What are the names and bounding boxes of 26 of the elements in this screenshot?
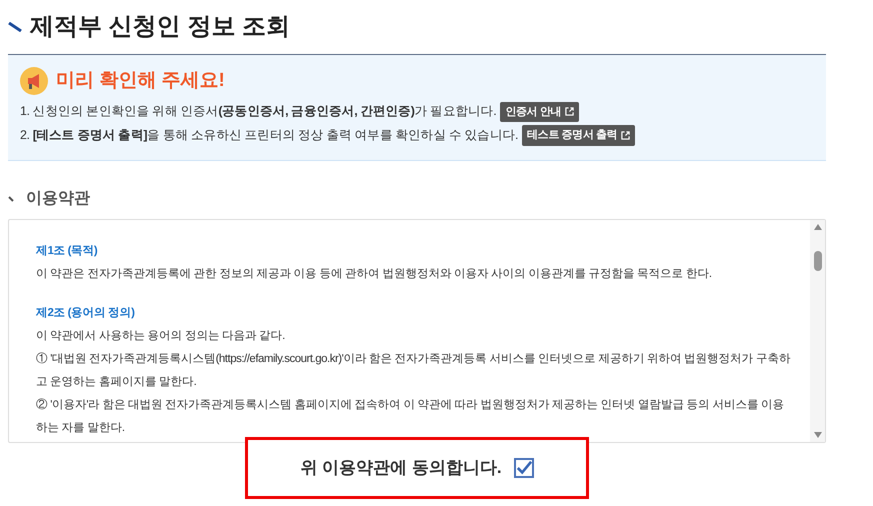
checkmark-icon (516, 460, 532, 476)
megaphone-icon (20, 67, 48, 96)
notice-text: 1. 신청인의 본인확인을 위해 인증서(공동인증서, 금융인증서, 간편인증)가 필요합니다. (20, 103, 496, 120)
slash-mark-icon (8, 22, 22, 32)
agree-checkbox-row[interactable]: 위 이용약관에 동의합니다. (245, 437, 589, 499)
article-text: ② '이용자'라 함은 대법원 전자가족관계등록시스템 홈페이지에 접속하여 이 약관에 따라 법원행정처가 제공하는 인터넷 열람발급 등의 서비스를 이용하는 자를 말한다. (36, 398, 786, 436)
scrollbar[interactable] (810, 220, 825, 442)
article-text: ① '대법원 전자가족관계등록시스템(https://efamily.scourt.go.kr)'이라 함은 전자가족관계등록 서비스를 인터넷으로 제공하기 위하여 법원행정처가 구축하고 운영하는 홈페이지를 말한다. (36, 352, 792, 390)
notice-title: 미리 확인해 주세요! (56, 69, 225, 93)
tick-mark-icon (8, 196, 14, 202)
scroll-up-icon[interactable] (814, 224, 822, 230)
notice-text: 2. [테스트 증명서 출력]을 통해 소유하신 프린터의 정상 출력 여부를 확인하실 수 있습니다. (20, 126, 518, 144)
article-title: 제1조 (목적) (36, 244, 98, 259)
article-title: 제2조 (용어의 정의) (36, 306, 136, 321)
agree-label: 위 이용약관에 동의합니다. (300, 457, 502, 480)
external-link-icon (621, 130, 630, 140)
guide-button[interactable]: 인증서 안내 (500, 102, 579, 122)
article-text: 이 약관은 전자가족관계등록에 관한 정보의 제공과 이용 등에 관하여 법원행정처와 이용자 사이의 이용관계를 규정함을 목적으로 한다. (36, 267, 713, 282)
section-heading: 이용약관 (26, 189, 90, 209)
page-title: 제적부 신청인 정보 조회 (30, 12, 290, 42)
scroll-thumb[interactable] (814, 251, 822, 271)
scroll-down-icon[interactable] (814, 432, 822, 438)
external-link-icon (564, 107, 574, 116)
guide-button[interactable]: 테스트 증명서 출력 (522, 125, 636, 146)
agree-checkbox[interactable] (514, 458, 534, 478)
article-text: 이 약관에서 사용하는 용어의 정의는 다음과 같다. (36, 329, 286, 344)
